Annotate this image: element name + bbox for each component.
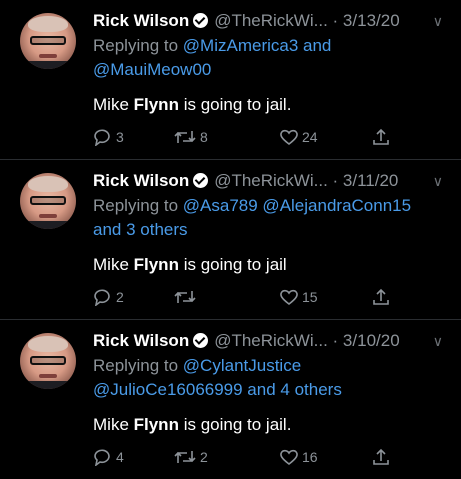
- tweet-text: Mike Flynn is going to jail.: [93, 414, 291, 436]
- retweet-button[interactable]: 8: [173, 126, 208, 148]
- reply-more[interactable]: @JulioCe16066999 and 4 others: [93, 380, 342, 399]
- tweet-date[interactable]: · 3/13/20: [333, 11, 400, 30]
- tweet-text-bold: Flynn: [133, 95, 179, 114]
- reply-mentions[interactable]: @CylantJustice: [183, 356, 301, 375]
- tweet-text-part: is going to jail: [178, 255, 287, 274]
- share-icon: [373, 448, 389, 465]
- like-icon: [280, 289, 298, 306]
- reply-more[interactable]: and 3 others: [93, 220, 188, 239]
- chevron-down-icon[interactable]: ∨: [433, 10, 443, 32]
- tweet-header: Rick Wilson @TheRickWi... · 3/11/20 ∨: [93, 170, 443, 192]
- tweet-feed: Rick Wilson @TheRickWi... · 3/13/20 ∨ Rep…: [0, 0, 461, 479]
- replying-to-label: Replying to: [93, 356, 179, 375]
- author-name[interactable]: Rick Wilson: [93, 11, 189, 30]
- author-name[interactable]: Rick Wilson: [93, 331, 189, 350]
- author-handle[interactable]: @TheRickWi...: [214, 11, 328, 30]
- tweet-date[interactable]: · 3/11/20: [333, 171, 399, 190]
- like-button[interactable]: 15: [279, 286, 318, 308]
- tweet-actions: 2 15: [93, 286, 393, 308]
- replying-to: Replying to @CylantJustice @JulioCe16066…: [93, 354, 449, 402]
- tweet-text-bold: Flynn: [133, 415, 179, 434]
- like-count: 15: [302, 289, 318, 305]
- share-button[interactable]: [371, 286, 391, 308]
- tweet-text: Mike Flynn is going to jail.: [93, 94, 291, 116]
- tweet[interactable]: Rick Wilson @TheRickWi... · 3/11/20 ∨ Rep…: [0, 160, 461, 320]
- like-count: 16: [302, 449, 318, 465]
- tweet-actions: 4 2 16: [93, 446, 393, 468]
- reply-icon: [94, 289, 110, 306]
- reply-mentions[interactable]: @Asa789 @AlejandraConn15: [183, 196, 411, 215]
- verified-badge-icon: [193, 13, 209, 28]
- tweet-actions: 3 8 24: [93, 126, 393, 148]
- reply-more[interactable]: @MauiMeow00: [93, 60, 211, 79]
- verified-badge-icon: [193, 173, 209, 188]
- tweet-text-part: is going to jail.: [178, 95, 292, 114]
- tweet-text: Mike Flynn is going to jail: [93, 254, 287, 276]
- tweet-text-part: is going to jail.: [178, 415, 292, 434]
- author-handle[interactable]: @TheRickWi...: [214, 331, 328, 350]
- like-icon: [280, 129, 298, 146]
- chevron-down-icon[interactable]: ∨: [433, 330, 443, 352]
- tweet-text-part: Mike: [93, 95, 134, 114]
- tweet-text-part: Mike: [93, 255, 134, 274]
- retweet-button[interactable]: 2: [173, 446, 208, 468]
- reply-icon: [94, 449, 110, 466]
- retweet-count: 2: [200, 449, 208, 465]
- like-button[interactable]: 24: [279, 126, 318, 148]
- avatar[interactable]: [20, 173, 76, 229]
- tweet-text-part: Mike: [93, 415, 134, 434]
- retweet-icon: [174, 451, 196, 463]
- tweet-text-bold: Flynn: [133, 255, 179, 274]
- like-count: 24: [302, 129, 318, 145]
- share-icon: [373, 128, 389, 145]
- replying-to: Replying to @Asa789 @AlejandraConn15 and…: [93, 194, 449, 242]
- replying-to-label: Replying to: [93, 36, 179, 55]
- share-icon: [373, 288, 389, 305]
- reply-count: 2: [116, 289, 124, 305]
- tweet[interactable]: Rick Wilson @TheRickWi... · 3/13/20 ∨ Rep…: [0, 0, 461, 160]
- like-icon: [280, 449, 298, 466]
- replying-to-label: Replying to: [93, 196, 179, 215]
- tweet-header: Rick Wilson @TheRickWi... · 3/10/20 ∨: [93, 330, 443, 352]
- reply-count: 4: [116, 449, 124, 465]
- verified-badge-icon: [193, 333, 209, 348]
- tweet[interactable]: Rick Wilson @TheRickWi... · 3/10/20 ∨ Rep…: [0, 320, 461, 479]
- like-button[interactable]: 16: [279, 446, 318, 468]
- retweet-count: 8: [200, 129, 208, 145]
- share-button[interactable]: [371, 446, 391, 468]
- retweet-icon: [174, 291, 196, 303]
- retweet-icon: [174, 131, 196, 143]
- reply-button[interactable]: 3: [93, 126, 124, 148]
- reply-button[interactable]: 2: [93, 286, 124, 308]
- reply-mentions[interactable]: @MizAmerica3: [183, 36, 299, 55]
- avatar[interactable]: [20, 333, 76, 389]
- reply-icon: [94, 129, 110, 146]
- replying-to: Replying to @MizAmerica3 and @MauiMeow00: [93, 34, 449, 82]
- share-button[interactable]: [371, 126, 391, 148]
- avatar[interactable]: [20, 13, 76, 69]
- reply-count: 3: [116, 129, 124, 145]
- tweet-date[interactable]: · 3/10/20: [333, 331, 400, 350]
- tweet-header: Rick Wilson @TheRickWi... · 3/13/20 ∨: [93, 10, 443, 32]
- author-name[interactable]: Rick Wilson: [93, 171, 189, 190]
- chevron-down-icon[interactable]: ∨: [433, 170, 443, 192]
- reply-join: and: [298, 36, 332, 55]
- reply-button[interactable]: 4: [93, 446, 124, 468]
- author-handle[interactable]: @TheRickWi...: [214, 171, 328, 190]
- retweet-button[interactable]: [173, 286, 200, 308]
